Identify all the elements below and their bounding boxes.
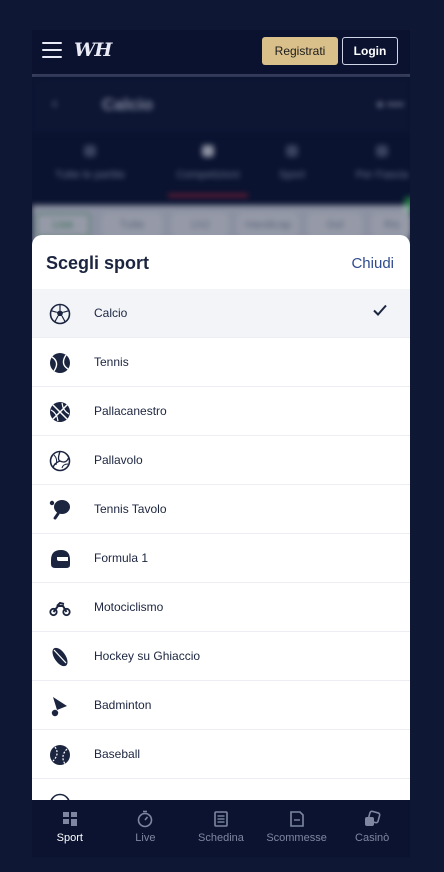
app-frame: WH Registrati Login ‹ Calcio ● ▪▪▪▪ Tutt… — [32, 30, 410, 857]
nav-casino-label: Casinò — [355, 832, 390, 844]
back-arrow-icon: ‹ — [52, 95, 58, 112]
sport-item-label: Formula 1 — [94, 551, 149, 565]
checkmark-icon — [373, 304, 387, 316]
nav-casino[interactable]: Casinò — [334, 800, 410, 857]
hamburger-menu-icon[interactable] — [42, 42, 62, 58]
top-header: WH Registrati Login — [32, 30, 410, 74]
background-tab: Competizioni — [168, 137, 248, 181]
helmet-icon — [51, 550, 70, 568]
my-bets-icon — [289, 811, 304, 827]
sport-picker-sheet: Scegli sport Chiudi Calcio Tennis Pallac… — [32, 235, 410, 805]
sport-item-tennis-tavolo[interactable]: Tennis Tavolo — [32, 485, 410, 534]
sheet-title: Scegli sport — [46, 253, 150, 273]
sport-item-badminton[interactable]: Badminton — [32, 681, 410, 730]
close-button[interactable]: Chiudi — [351, 255, 394, 272]
sport-item-label: Baseball — [94, 747, 141, 761]
volleyball-icon — [49, 450, 71, 472]
sport-item-baseball[interactable]: Baseball — [32, 730, 410, 779]
sport-item-label: Tennis — [94, 355, 129, 369]
background-chip: 1X2 — [172, 213, 228, 237]
betslip-icon — [214, 811, 228, 827]
sport-item-calcio[interactable]: Calcio — [32, 289, 410, 338]
baseball-icon — [50, 745, 70, 765]
nav-live[interactable]: Live — [108, 800, 184, 857]
nav-sport[interactable]: Sport — [32, 800, 108, 857]
sport-item-label: Badminton — [94, 698, 152, 712]
sport-item-pallacanestro[interactable]: Pallacanestro — [32, 387, 410, 436]
background-tabs: Tutte le partite Competizioni Sport Per … — [32, 137, 410, 197]
background-page: ‹ Calcio ● ▪▪▪▪ Tutte le partite Competi… — [32, 77, 410, 245]
background-chip: Tutte — [102, 213, 162, 237]
stopwatch-icon — [138, 810, 153, 828]
background-tab: Tutte le partite — [50, 137, 130, 181]
sport-item-label: Calcio — [94, 306, 128, 320]
ice-hockey-icon — [52, 647, 68, 667]
table-tennis-icon — [49, 500, 70, 520]
background-nav-action: ● ▪▪▪▪ — [376, 97, 404, 111]
nav-live-label: Live — [135, 832, 156, 844]
motorbike-icon — [49, 601, 71, 617]
soccer-ball-icon — [49, 303, 71, 325]
background-nav-bar: ‹ Calcio ● ▪▪▪▪ — [32, 77, 410, 133]
sport-icon — [62, 812, 77, 826]
sport-item-motociclismo[interactable]: Motociclismo — [32, 583, 410, 632]
sport-item-pallavolo[interactable]: Pallavolo — [32, 436, 410, 485]
nav-sport-label: Sport — [56, 832, 83, 844]
background-chip: Gol — [308, 213, 362, 237]
register-button[interactable]: Registrati — [262, 37, 338, 65]
background-chip: Ris — [372, 213, 410, 237]
background-tab: Sport — [252, 137, 332, 181]
brand-logo[interactable]: WH — [74, 39, 112, 65]
sport-item-label: Hockey su Ghiaccio — [94, 649, 201, 663]
background-tab: Per Fascia — [342, 137, 410, 181]
tennis-ball-icon — [50, 353, 70, 373]
basketball-icon — [50, 402, 70, 422]
nav-scommesse[interactable]: Scommesse — [259, 800, 335, 857]
login-button[interactable]: Login — [342, 37, 398, 65]
nav-scommesse-label: Scommesse — [266, 832, 327, 844]
background-chip: Handicap — [238, 213, 298, 237]
sport-item-label: Pallacanestro — [94, 404, 167, 418]
sport-item-label: Pallavolo — [94, 453, 143, 467]
sport-item-hockey-su-ghiaccio[interactable]: Hockey su Ghiaccio — [32, 632, 410, 681]
background-tab-underline — [168, 194, 248, 197]
sport-item-formula-1[interactable]: Formula 1 — [32, 534, 410, 583]
nav-schedina-label: Schedina — [198, 832, 244, 844]
shuttlecock-icon — [51, 697, 67, 717]
nav-schedina[interactable]: Schedina — [183, 800, 259, 857]
sport-item-tennis[interactable]: Tennis — [32, 338, 410, 387]
sheet-header: Scegli sport Chiudi — [32, 235, 410, 289]
sport-item-label: Motociclismo — [94, 600, 164, 614]
dice-icon — [365, 810, 381, 826]
bottom-navigation: Sport Live Schedina Scommesse Casinò — [32, 800, 410, 857]
sport-list: Calcio Tennis Pallacanestro Pallavolo Te… — [32, 289, 410, 805]
sport-item-label: Tennis Tavolo — [94, 502, 167, 516]
background-chip: Live — [36, 213, 90, 237]
background-page-title: Calcio — [102, 95, 154, 114]
